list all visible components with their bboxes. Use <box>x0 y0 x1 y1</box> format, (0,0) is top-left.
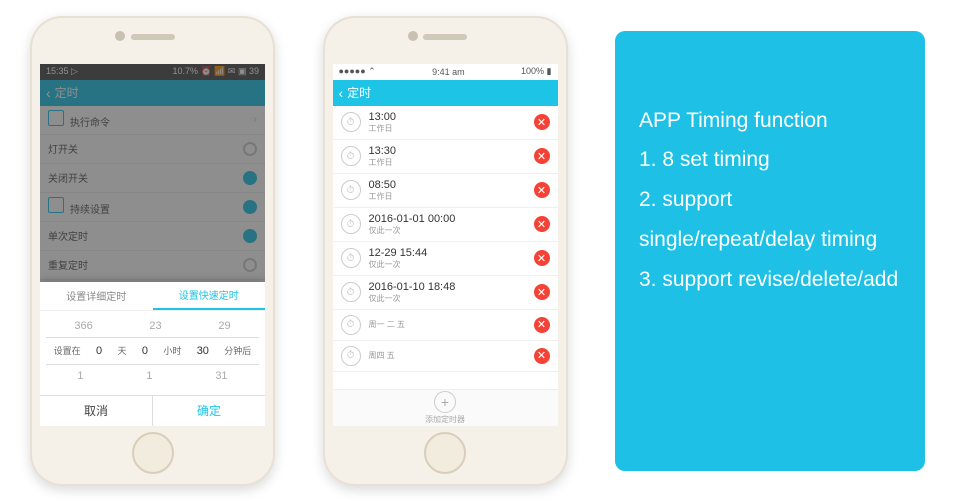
delete-button[interactable]: ✕ <box>534 114 550 130</box>
timer-item[interactable]: ⏱ 周一 二 五✕ <box>333 310 558 341</box>
clock-icon: ⏱ <box>341 180 361 200</box>
plus-icon: + <box>434 391 456 413</box>
phone-mockup-1: 15:35 ▷ 10.7% ⏰ 📶 ✉ ▣ 39 ‹ 定时 执行命令› 灯开关 … <box>30 16 275 486</box>
wheel-val: 31 <box>215 370 227 382</box>
screen-2: ●●●●● ⌃ 9:41 am 100% ▮ ‹ 定时 ⏱13:00工作日✕⏱1… <box>333 64 558 426</box>
timer-sub: 仅此一次 <box>369 293 534 304</box>
clock-icon: ⏱ <box>341 346 361 366</box>
wheel-label: 分钟后 <box>224 344 251 357</box>
timer-text: 08:50工作日 <box>369 179 534 202</box>
wheel-row-bottom: 1 1 31 <box>46 365 259 387</box>
timer-time: 12-29 15:44 <box>369 247 534 259</box>
timer-time: 08:50 <box>369 179 534 191</box>
wheel-val: 30 <box>197 345 209 357</box>
timer-item[interactable]: ⏱ 08:50工作日✕ <box>333 174 558 208</box>
wheel-label: 小时 <box>163 344 181 357</box>
timer-text: 12-29 15:44仅此一次 <box>369 247 534 270</box>
timer-sub: 工作日 <box>369 157 534 168</box>
wheel-val: 1 <box>77 370 83 382</box>
wheel-val: 29 <box>218 320 230 332</box>
timer-list[interactable]: ⏱13:00工作日✕⏱13:30工作日✕⏱08:50工作日✕⏱2016-01-0… <box>333 106 558 390</box>
timer-sub: 周一 二 五 <box>369 319 534 330</box>
back-icon[interactable]: ‹ <box>339 85 344 101</box>
timer-sub: 仅此一次 <box>369 259 534 270</box>
wheel-val: 1 <box>146 370 152 382</box>
timer-text: 2016-01-01 00:00仅此一次 <box>369 213 534 236</box>
timer-time: 13:30 <box>369 145 534 157</box>
clock-icon: ⏱ <box>341 315 361 335</box>
add-label: 添加定时器 <box>425 414 465 425</box>
screen-1: 15:35 ▷ 10.7% ⏰ 📶 ✉ ▣ 39 ‹ 定时 执行命令› 灯开关 … <box>40 64 265 426</box>
timer-item[interactable]: ⏱ 12-29 15:44仅此一次✕ <box>333 242 558 276</box>
timer-sub: 周四 五 <box>369 350 534 361</box>
timer-time: 2016-01-01 00:00 <box>369 213 534 225</box>
timer-item[interactable]: ⏱ 13:30工作日✕ <box>333 140 558 174</box>
confirm-button[interactable]: 确定 <box>152 396 265 426</box>
delete-button[interactable]: ✕ <box>534 182 550 198</box>
home-button[interactable] <box>132 432 174 474</box>
app-header: ‹ 定时 <box>333 80 558 106</box>
tab-detailed[interactable]: 设置详细定时 <box>40 282 153 310</box>
delete-button[interactable]: ✕ <box>534 348 550 364</box>
delete-button[interactable]: ✕ <box>534 148 550 164</box>
header-title: 定时 <box>347 84 371 101</box>
timer-text: 13:30工作日 <box>369 145 534 168</box>
info-line-2: 2. support single/repeat/delay timing <box>639 180 901 260</box>
delete-button[interactable]: ✕ <box>534 250 550 266</box>
timer-item[interactable]: ⏱ 2016-01-01 00:00仅此一次✕ <box>333 208 558 242</box>
clock-icon: ⏱ <box>341 112 361 132</box>
timer-sub: 仅此一次 <box>369 225 534 236</box>
status-center: 9:41 am <box>432 67 465 77</box>
wheel-val: 0 <box>96 345 102 357</box>
timer-sub: 工作日 <box>369 123 534 134</box>
clock-icon: ⏱ <box>341 248 361 268</box>
wheel-val: 366 <box>74 320 92 332</box>
info-card: APP Timing function 1. 8 set timing 2. s… <box>615 31 925 471</box>
info-line-3: 3. support revise/delete/add <box>639 260 901 300</box>
wheel-label: 设置在 <box>54 344 81 357</box>
delete-button[interactable]: ✕ <box>534 284 550 300</box>
timer-text: 周一 二 五 <box>369 319 534 330</box>
clock-icon: ⏱ <box>341 282 361 302</box>
wheel-val: 23 <box>149 320 161 332</box>
info-title: APP Timing function <box>639 101 901 141</box>
delete-button[interactable]: ✕ <box>534 216 550 232</box>
wheel-row-selected: 设置在 0 天 0 小时 30 分钟后 <box>46 337 259 365</box>
picker-wheels[interactable]: 366 23 29 设置在 0 天 0 小时 30 分钟后 1 1 31 <box>40 311 265 395</box>
picker-actions: 取消 确定 <box>40 395 265 426</box>
phone-mockup-2: ●●●●● ⌃ 9:41 am 100% ▮ ‹ 定时 ⏱13:00工作日✕⏱1… <box>323 16 568 486</box>
picker-sheet: 设置详细定时 设置快速定时 366 23 29 设置在 0 天 0 小时 30 … <box>40 282 265 426</box>
status-right: 100% ▮ <box>521 66 551 77</box>
status-bar: ●●●●● ⌃ 9:41 am 100% ▮ <box>333 64 558 80</box>
timer-item[interactable]: ⏱ 周四 五✕ <box>333 341 558 372</box>
wheel-row-top: 366 23 29 <box>46 315 259 337</box>
timer-sub: 工作日 <box>369 191 534 202</box>
wheel-label: 天 <box>118 344 127 357</box>
cancel-button[interactable]: 取消 <box>40 396 152 426</box>
tab-quick[interactable]: 设置快速定时 <box>153 282 266 310</box>
clock-icon: ⏱ <box>341 146 361 166</box>
info-line-1: 1. 8 set timing <box>639 140 901 180</box>
delete-button[interactable]: ✕ <box>534 317 550 333</box>
status-left: ●●●●● ⌃ <box>339 66 376 77</box>
timer-text: 13:00工作日 <box>369 111 534 134</box>
clock-icon: ⏱ <box>341 214 361 234</box>
add-timer-bar[interactable]: + 添加定时器 <box>333 389 558 426</box>
wheel-val: 0 <box>142 345 148 357</box>
timer-text: 2016-01-10 18:48仅此一次 <box>369 281 534 304</box>
timer-time: 13:00 <box>369 111 534 123</box>
home-button[interactable] <box>424 432 466 474</box>
timer-text: 周四 五 <box>369 350 534 361</box>
timer-time: 2016-01-10 18:48 <box>369 281 534 293</box>
picker-tabs: 设置详细定时 设置快速定时 <box>40 282 265 311</box>
timer-item[interactable]: ⏱ 13:00工作日✕ <box>333 106 558 140</box>
timer-item[interactable]: ⏱ 2016-01-10 18:48仅此一次✕ <box>333 276 558 310</box>
